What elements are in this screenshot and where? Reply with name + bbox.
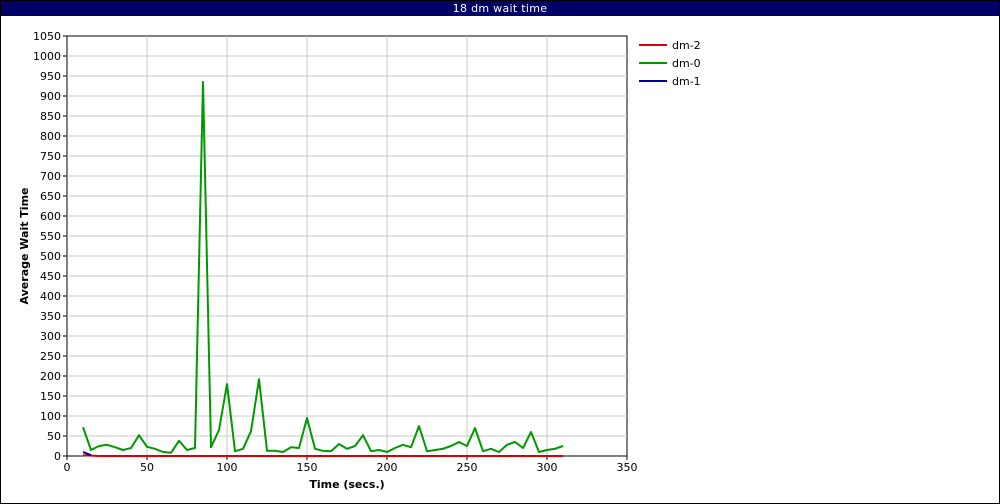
y-tick-label: 200 bbox=[40, 370, 61, 383]
x-tick-label: 300 bbox=[537, 461, 558, 474]
y-tick-label: 50 bbox=[47, 430, 61, 443]
y-tick-label: 400 bbox=[40, 290, 61, 303]
chart-window: 18 dm wait time 0 50 100 150 200 250 300 350 0 50… bbox=[0, 0, 1000, 504]
y-tick-label: 900 bbox=[40, 90, 61, 103]
x-tick-label: 150 bbox=[297, 461, 318, 474]
x-tick-label: 200 bbox=[377, 461, 398, 474]
y-tick-label: 1000 bbox=[33, 50, 61, 63]
y-tick-label: 650 bbox=[40, 190, 61, 203]
legend: dm-2 dm-0 dm-1 bbox=[639, 39, 701, 88]
y-tick-label: 700 bbox=[40, 170, 61, 183]
y-tick-label: 0 bbox=[54, 450, 61, 463]
y-tick-label: 100 bbox=[40, 410, 61, 423]
y-tick-label: 300 bbox=[40, 330, 61, 343]
legend-item-dm-0: dm-0 bbox=[639, 57, 701, 70]
y-tick-label: 750 bbox=[40, 150, 61, 163]
y-tick-label: 800 bbox=[40, 130, 61, 143]
legend-label: dm-1 bbox=[672, 75, 701, 88]
legend-label: dm-0 bbox=[672, 57, 701, 70]
legend-item-dm-2: dm-2 bbox=[639, 39, 701, 52]
x-tick-label: 0 bbox=[64, 461, 71, 474]
legend-item-dm-1: dm-1 bbox=[639, 75, 701, 88]
x-tick-label: 100 bbox=[217, 461, 238, 474]
x-axis-label: Time (secs.) bbox=[309, 478, 384, 491]
y-tick-label: 850 bbox=[40, 110, 61, 123]
plot-area bbox=[66, 35, 628, 457]
x-tick-label: 350 bbox=[617, 461, 638, 474]
y-axis-label: Average Wait Time bbox=[18, 188, 31, 305]
y-tick-label: 550 bbox=[40, 230, 61, 243]
grid bbox=[66, 35, 628, 457]
line-chart: 0 50 100 150 200 250 300 350 0 50 100 150 200 250 300 3… bbox=[18, 30, 701, 491]
series-line-dm-2 bbox=[82, 454, 563, 457]
x-tick-label: 250 bbox=[457, 461, 478, 474]
y-tick-label: 250 bbox=[40, 350, 61, 363]
y-tick-label: 500 bbox=[40, 250, 61, 263]
y-tick-label: 350 bbox=[40, 310, 61, 323]
y-tick-label: 150 bbox=[40, 390, 61, 403]
x-tick-label: 50 bbox=[140, 461, 154, 474]
y-tick-label: 1050 bbox=[33, 30, 61, 43]
y-tick-label: 950 bbox=[40, 70, 61, 83]
y-tick-label: 450 bbox=[40, 270, 61, 283]
y-tick-label: 600 bbox=[40, 210, 61, 223]
legend-label: dm-2 bbox=[672, 39, 701, 52]
